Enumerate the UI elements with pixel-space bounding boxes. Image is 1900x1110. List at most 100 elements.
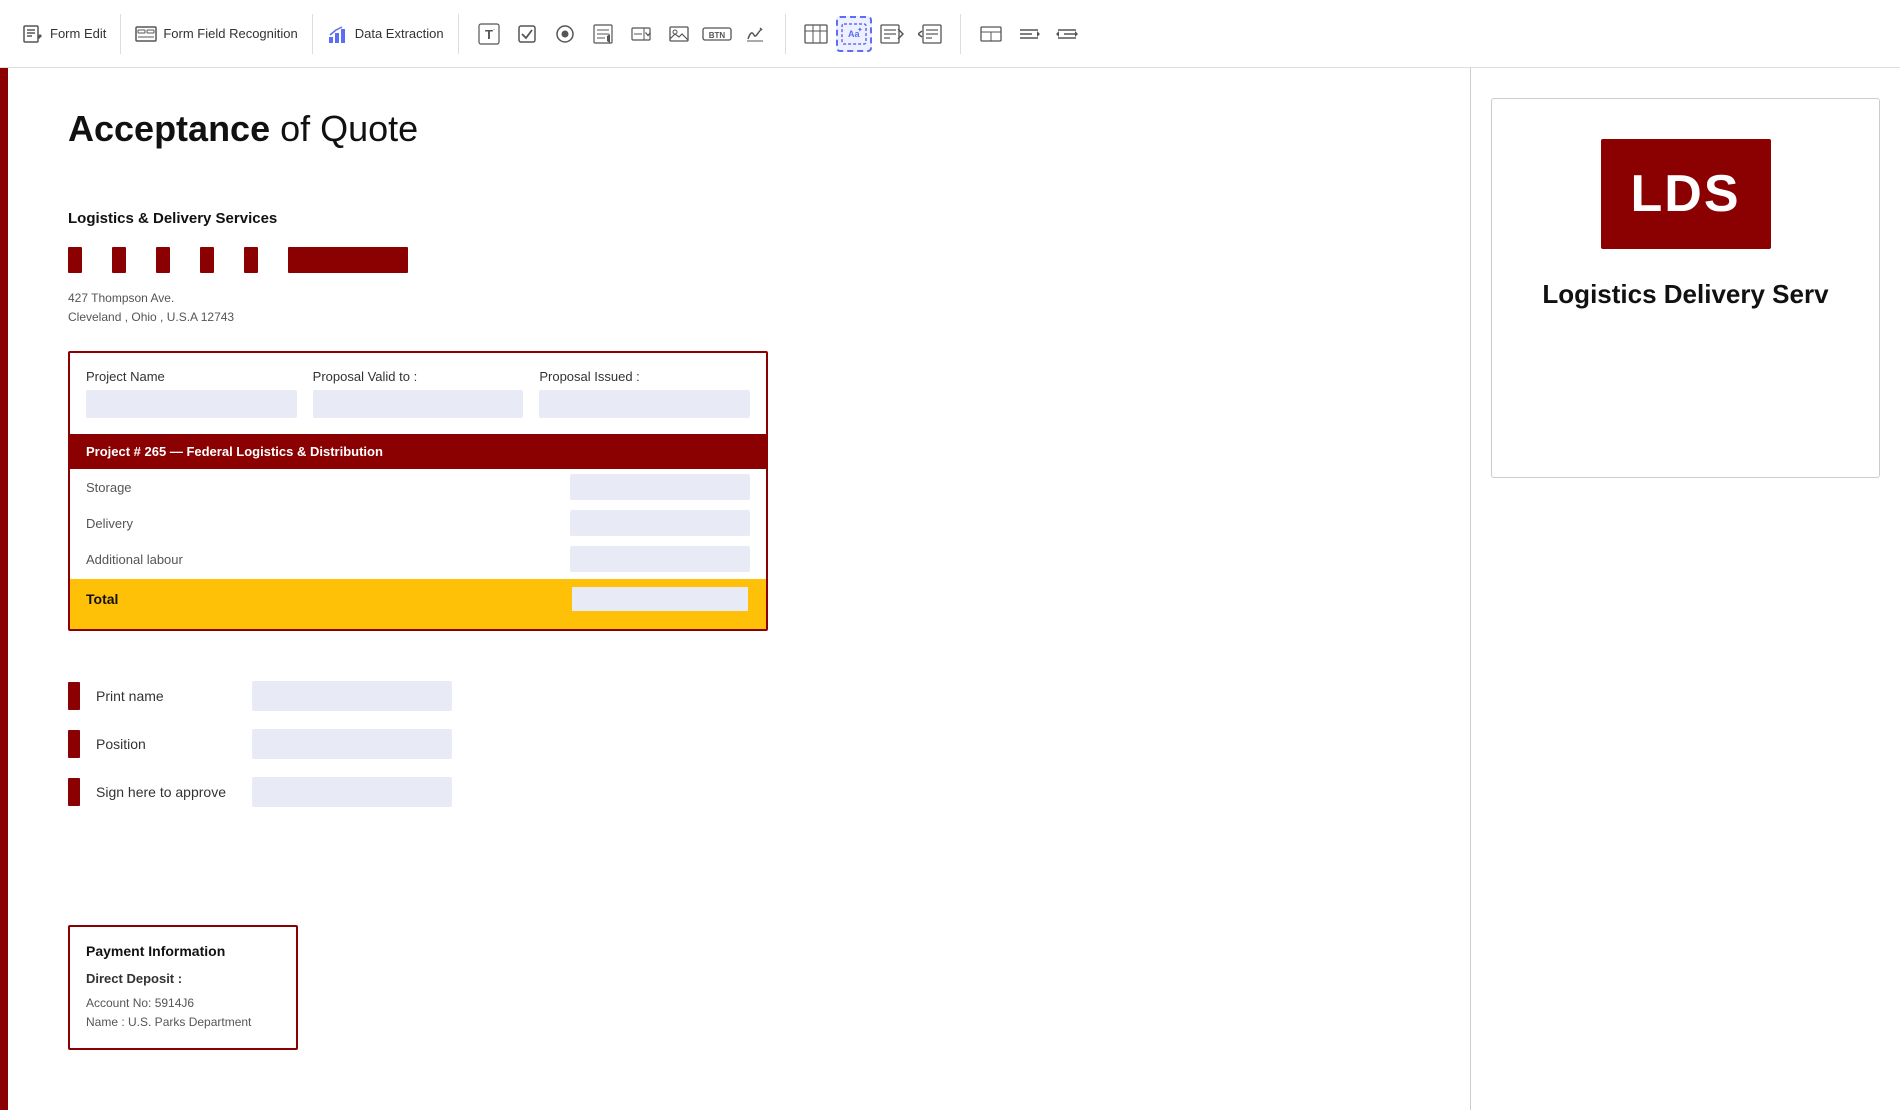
lds-logo: LDS <box>1601 139 1771 249</box>
data-extraction-icon <box>327 23 349 45</box>
layout-tool-button[interactable] <box>973 16 1009 52</box>
check-tool-button[interactable] <box>509 16 545 52</box>
form-edit-icon <box>22 23 44 45</box>
deco-bar-2 <box>112 247 126 273</box>
sign-deco-2 <box>68 730 80 758</box>
position-row: Position <box>68 729 1410 759</box>
storage-input[interactable] <box>570 474 750 500</box>
proposal-issued-label: Proposal Issued : <box>539 369 750 384</box>
sign-approve-label: Sign here to approve <box>96 784 236 800</box>
lds-company-name: Logistics Delivery Serv <box>1542 279 1828 310</box>
table-tool-button[interactable] <box>798 16 834 52</box>
form-field-icon <box>135 23 157 45</box>
divider-4 <box>785 14 786 54</box>
sign-approve-row: Sign here to approve <box>68 777 1410 807</box>
svg-text:T: T <box>485 27 493 42</box>
button-tool-button[interactable]: BTN <box>699 16 735 52</box>
sign-section: Print name Position Sign here to approve <box>68 681 1410 807</box>
data-extraction-label: Data Extraction <box>355 26 444 41</box>
delivery-label: Delivery <box>86 516 570 531</box>
proposal-valid-input[interactable] <box>313 390 524 418</box>
company-address: 427 Thompson Ave. Cleveland , Ohio , U.S… <box>68 289 1410 327</box>
ai-text-button[interactable]: Aa ✦ <box>836 16 872 52</box>
right-tools-section: Aa ✦ <box>790 16 956 52</box>
form-section-header: Project # 265 — Federal Logistics & Dist… <box>70 434 766 469</box>
payment-name: Name : U.S. Parks Department <box>86 1013 280 1032</box>
tool-icons-section: T <box>463 16 781 52</box>
proposal-valid-col: Proposal Valid to : <box>313 369 524 418</box>
svg-text:✦: ✦ <box>857 26 863 34</box>
right-panel-inner: LDS Logistics Delivery Serv <box>1491 98 1880 478</box>
divider-1 <box>120 14 121 54</box>
form-field-recognition-button[interactable]: Form Field Recognition <box>125 17 307 51</box>
storage-label: Storage <box>86 480 570 495</box>
text-extract-button[interactable] <box>874 16 910 52</box>
form-edit-button[interactable]: Form Edit <box>12 17 116 51</box>
title-normal: of Quote <box>270 108 418 149</box>
deco-bar-large <box>288 247 408 273</box>
svg-text:BTN: BTN <box>708 31 725 40</box>
labour-label: Additional labour <box>86 552 570 567</box>
proposal-valid-label: Proposal Valid to : <box>313 369 524 384</box>
proposal-issued-input[interactable] <box>539 390 750 418</box>
text-tool-button[interactable]: T <box>471 16 507 52</box>
total-label: Total <box>86 591 570 607</box>
print-name-label: Print name <box>96 688 236 704</box>
image-tool-button[interactable] <box>661 16 697 52</box>
align-right-button[interactable] <box>1049 16 1085 52</box>
project-name-label: Project Name <box>86 369 297 384</box>
sign-deco-3 <box>68 778 80 806</box>
payment-info-box: Payment Information Direct Deposit : Acc… <box>68 925 298 1050</box>
delivery-input[interactable] <box>570 510 750 536</box>
print-name-input[interactable] <box>252 681 452 711</box>
position-input[interactable] <box>252 729 452 759</box>
align-left-button[interactable] <box>1011 16 1047 52</box>
toolbar: Form Edit Form Field Recognition Data Ex… <box>0 0 1900 68</box>
company-name: Logistics & Delivery Services <box>68 210 1410 227</box>
payment-account: Account No: 5914J6 <box>86 994 280 1013</box>
total-input[interactable] <box>570 585 750 613</box>
form-edit-label: Form Edit <box>50 26 106 41</box>
divider-2 <box>312 14 313 54</box>
form-row-delivery: Delivery <box>70 505 766 541</box>
project-name-input[interactable] <box>86 390 297 418</box>
sign-deco-1 <box>68 682 80 710</box>
print-name-row: Print name <box>68 681 1410 711</box>
payment-title: Payment Information <box>86 943 280 959</box>
left-accent-bar <box>0 68 8 1110</box>
company-info-section: Logistics & Delivery Services 427 Thomps… <box>68 210 1410 327</box>
radio-tool-button[interactable] <box>547 16 583 52</box>
divider-5 <box>960 14 961 54</box>
form-row-labour: Additional labour <box>70 541 766 577</box>
decoration-row <box>68 247 1410 273</box>
signature-tool-button[interactable] <box>737 16 773 52</box>
deco-bar-3 <box>156 247 170 273</box>
data-extraction-button[interactable]: Data Extraction <box>317 17 454 51</box>
divider-3 <box>458 14 459 54</box>
proposal-issued-col: Proposal Issued : <box>539 369 750 418</box>
form-table: Project Name Proposal Valid to : Proposa… <box>68 351 768 631</box>
right-panel: LDS Logistics Delivery Serv <box>1470 68 1900 1110</box>
deco-bar-5 <box>244 247 258 273</box>
form-header-row: Project Name Proposal Valid to : Proposa… <box>70 353 766 418</box>
position-label: Position <box>96 736 236 752</box>
form-row-storage: Storage <box>70 469 766 505</box>
address-line1: 427 Thompson Ave. <box>68 289 1410 308</box>
payment-subtitle: Direct Deposit : <box>86 971 280 986</box>
title-bold: Acceptance <box>68 108 270 149</box>
address-line2: Cleveland , Ohio , U.S.A 12743 <box>68 308 1410 327</box>
labour-input[interactable] <box>570 546 750 572</box>
project-name-col: Project Name <box>86 369 297 418</box>
list-tool-button[interactable] <box>585 16 621 52</box>
document-title: Acceptance of Quote <box>68 108 1410 150</box>
form-field-label: Form Field Recognition <box>163 26 297 41</box>
deco-bar-1 <box>68 247 82 273</box>
text-import-button[interactable] <box>912 16 948 52</box>
main-area: Acceptance of Quote Logistics & Delivery… <box>0 68 1900 1110</box>
sign-approve-input[interactable] <box>252 777 452 807</box>
view-tools-section <box>965 16 1093 52</box>
form-total-row: Total <box>70 579 766 629</box>
dropdown-tool-button[interactable] <box>623 16 659 52</box>
deco-bar-4 <box>200 247 214 273</box>
document-area: Acceptance of Quote Logistics & Delivery… <box>8 68 1470 1110</box>
